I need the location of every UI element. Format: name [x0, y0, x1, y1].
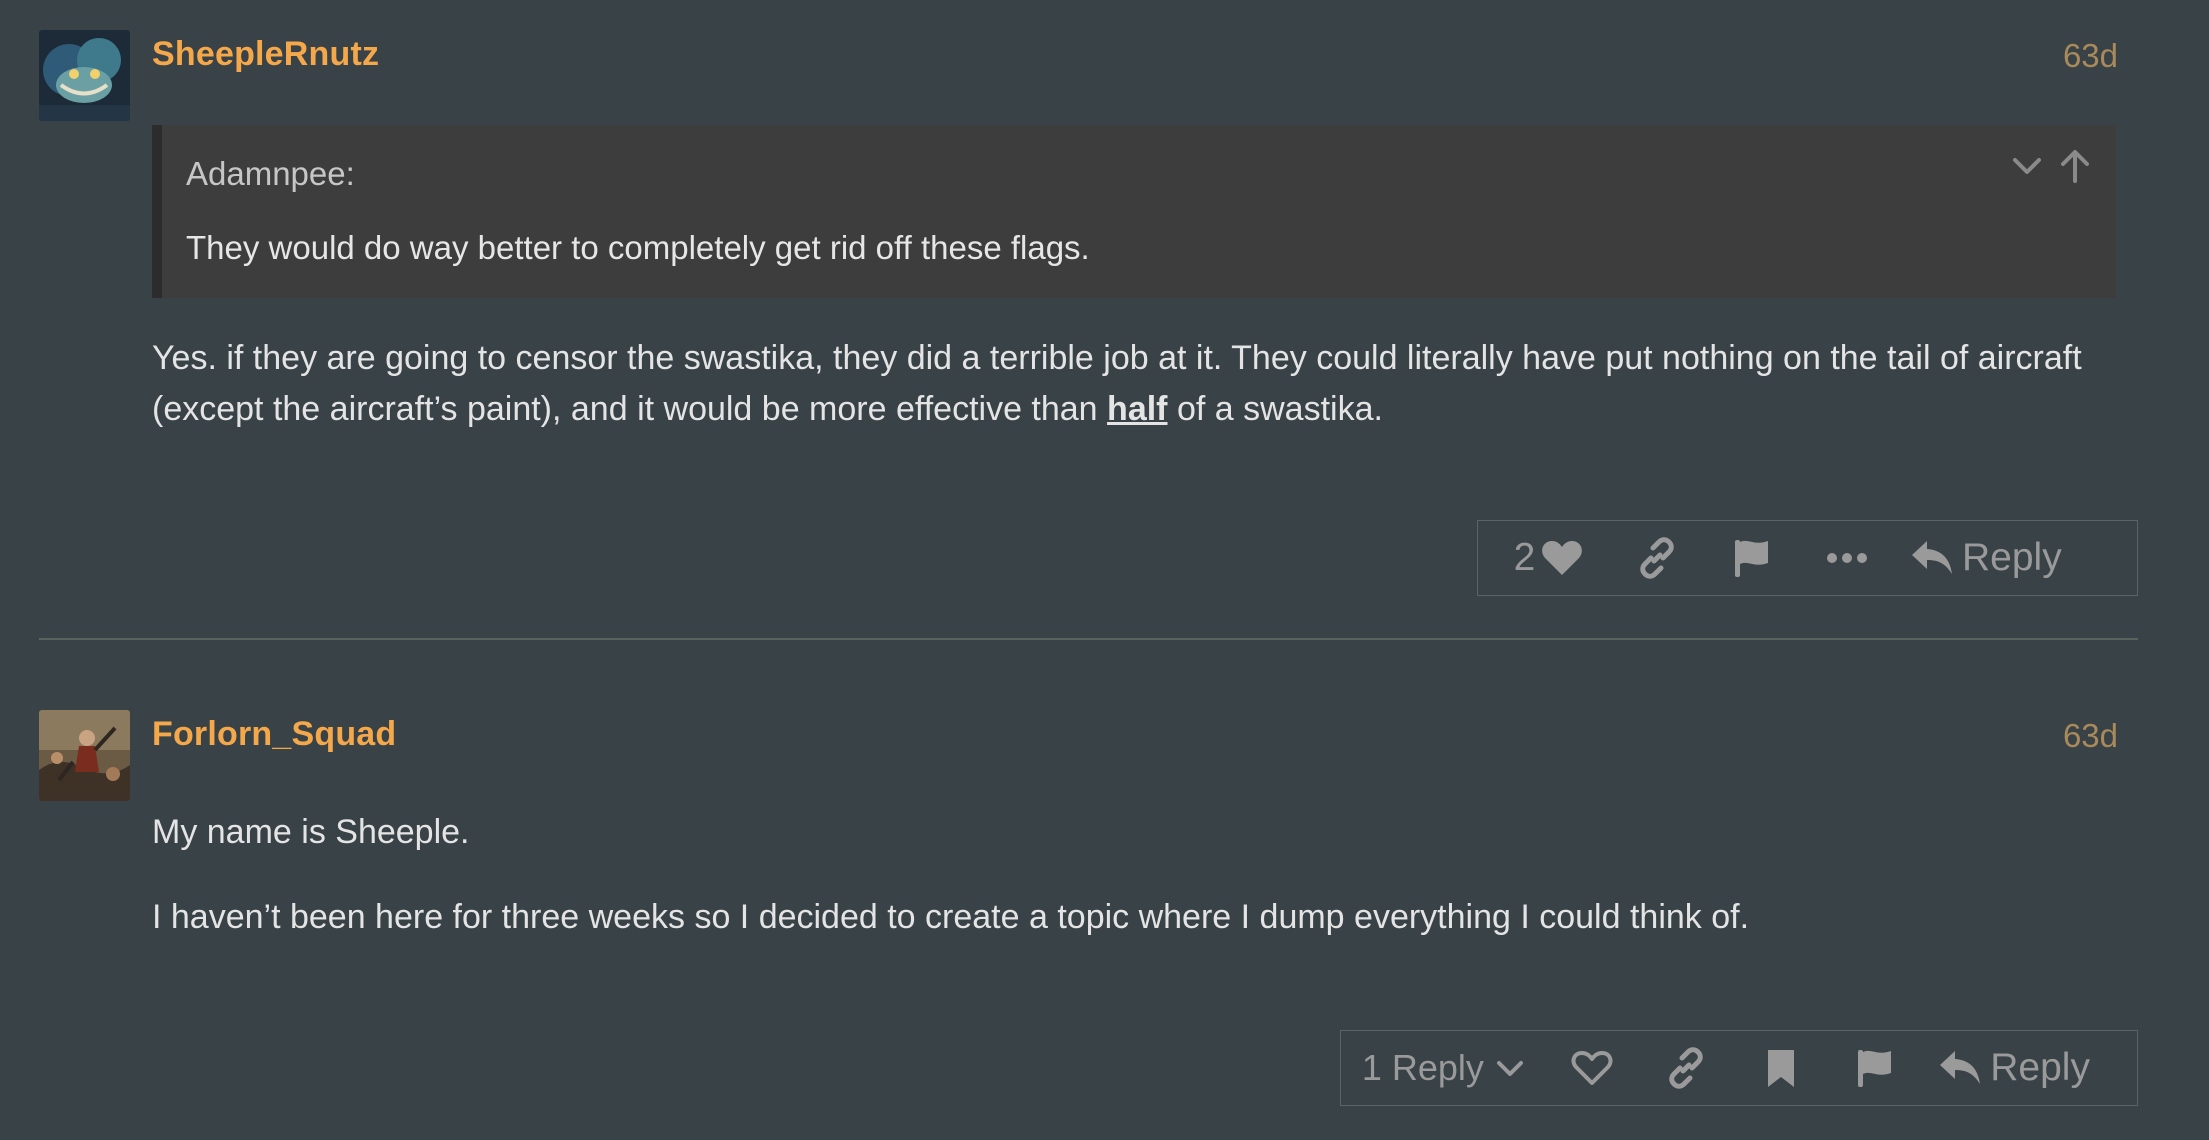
topic-stream: SheepleRnutz 63d Adamnpee: They would do… [0, 0, 2209, 1140]
like-button[interactable]: 2 [1488, 536, 1609, 580]
bookmark-button[interactable] [1733, 1047, 1827, 1089]
copy-link-button[interactable] [1639, 1047, 1733, 1089]
bookmark-icon [1765, 1047, 1797, 1089]
chevron-down-icon [1496, 1058, 1524, 1078]
reply-button[interactable]: Reply [1894, 536, 2110, 580]
more-actions-button[interactable] [1799, 552, 1894, 564]
quote-text: They would do way better to completely g… [186, 229, 1090, 266]
emphasis-link[interactable]: half [1107, 390, 1167, 428]
flag-icon [1855, 1047, 1895, 1089]
quote-controls [2010, 147, 2092, 190]
link-icon [1636, 537, 1678, 579]
heart-icon [1541, 539, 1583, 577]
heart-icon [1571, 1049, 1613, 1087]
arrow-up-icon[interactable] [2058, 147, 2092, 190]
reply-label: Reply [1990, 1046, 2090, 1089]
show-replies-button[interactable]: 1 Reply [1341, 1047, 1545, 1089]
link-icon [1665, 1047, 1707, 1089]
username[interactable]: SheepleRnutz [152, 35, 379, 74]
reply-label: Reply [1962, 536, 2062, 579]
post-paragraph-2: I haven’t been here for three weeks so I… [152, 898, 1750, 936]
post-paragraph-1: My name is Sheeple. [152, 813, 470, 851]
avatar[interactable] [39, 30, 130, 121]
post-1: SheepleRnutz 63d Adamnpee: They would do… [0, 0, 2209, 638]
replies-label: 1 Reply [1361, 1047, 1484, 1088]
post-text-end: of a swastika. [1167, 390, 1383, 428]
copy-link-button[interactable] [1609, 537, 1704, 579]
post-date[interactable]: 63d [2063, 37, 2118, 75]
post-2: Forlorn_Squad 63d My name is Sheeple. I … [0, 640, 2209, 1140]
quote-author: Adamnpee: [186, 155, 355, 192]
post-date[interactable]: 63d [2063, 717, 2118, 755]
quote-block: Adamnpee: They would do way better to co… [152, 125, 2116, 298]
avatar[interactable] [39, 710, 130, 801]
reply-arrow-icon [1938, 1049, 1982, 1087]
chevron-down-icon[interactable] [2010, 149, 2044, 188]
like-button[interactable] [1545, 1049, 1639, 1087]
post-actions: 2 Reply [1477, 520, 2138, 596]
flag-button[interactable] [1704, 537, 1799, 579]
reply-arrow-icon [1910, 539, 1954, 577]
flag-button[interactable] [1828, 1047, 1922, 1089]
post-actions: 1 Reply Reply [1340, 1030, 2138, 1106]
username[interactable]: Forlorn_Squad [152, 715, 396, 754]
like-count[interactable]: 2 [1514, 536, 1536, 580]
ellipsis-icon [1826, 552, 1868, 564]
flag-icon [1732, 537, 1772, 579]
reply-button[interactable]: Reply [1922, 1046, 2137, 1090]
post-body: Yes. if they are going to censor the swa… [152, 333, 2112, 435]
